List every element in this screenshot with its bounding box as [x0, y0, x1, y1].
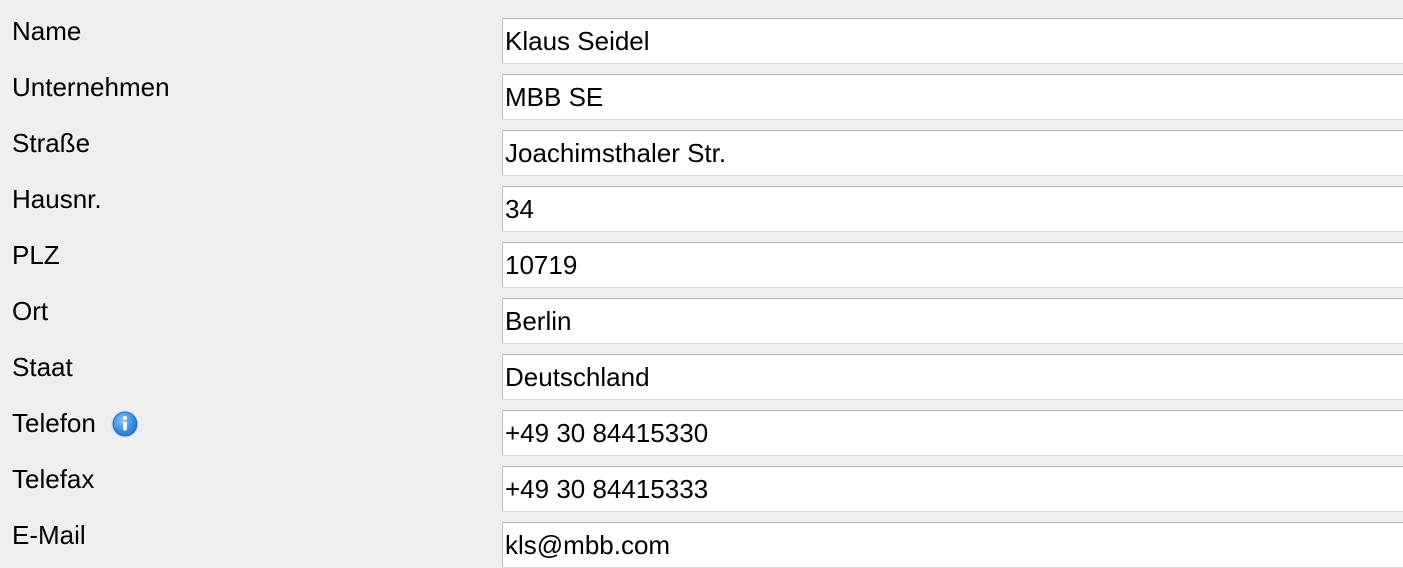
zip-label: PLZ: [12, 240, 60, 270]
name-field[interactable]: [502, 18, 1403, 64]
city-label: Ort: [12, 296, 49, 326]
street-label: Straße: [12, 128, 91, 158]
email-field[interactable]: [502, 522, 1403, 568]
house-number-label: Hausnr.: [12, 184, 102, 214]
street-row: Straße: [0, 120, 1403, 176]
email-label: E-Mail: [12, 520, 86, 550]
country-label: Staat: [12, 352, 73, 382]
country-row: Staat: [0, 344, 1403, 400]
phone-label: Telefon: [12, 400, 140, 446]
zip-field[interactable]: [502, 242, 1403, 288]
company-field[interactable]: [502, 74, 1403, 120]
company-label: Unternehmen: [12, 72, 170, 102]
email-row: E-Mail: [0, 512, 1403, 568]
city-field[interactable]: [502, 298, 1403, 344]
name-row: Name: [0, 8, 1403, 64]
country-field[interactable]: [502, 354, 1403, 400]
city-row: Ort: [0, 288, 1403, 344]
company-row: Unternehmen: [0, 64, 1403, 120]
info-icon[interactable]: [110, 409, 140, 439]
house-number-row: Hausnr.: [0, 176, 1403, 232]
house-number-field[interactable]: [502, 186, 1403, 232]
fax-field[interactable]: [502, 466, 1403, 512]
phone-field[interactable]: [502, 410, 1403, 456]
zip-row: PLZ: [0, 232, 1403, 288]
fax-row: Telefax: [0, 456, 1403, 512]
phone-row: Telefon: [0, 400, 1403, 456]
contact-form: Name Unternehmen Straße Hausnr. PLZ Ort …: [0, 0, 1403, 568]
fax-label: Telefax: [12, 464, 95, 494]
street-field[interactable]: [502, 130, 1403, 176]
name-label: Name: [12, 16, 82, 46]
